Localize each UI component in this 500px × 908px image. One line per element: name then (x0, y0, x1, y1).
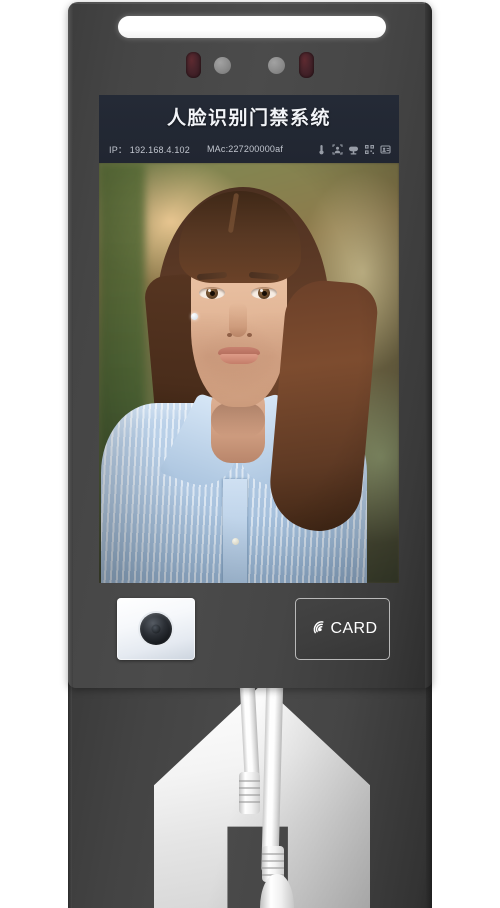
id-card-icon (380, 144, 391, 155)
screenshot-canvas: 人脸识别门禁系统 IP： 192.168.4.102 MAc:227200000… (0, 0, 500, 908)
earring (191, 313, 198, 320)
thermometer-icon (316, 144, 327, 155)
detected-person (99, 163, 399, 583)
body-right-shadow (425, 2, 432, 688)
card-reader-label: CARD (330, 620, 378, 637)
qr-code-icon (364, 144, 375, 155)
live-face-preview[interactable] (99, 163, 399, 583)
ip-address-text: IP： 192.168.4.102 (109, 144, 190, 155)
eye-left (199, 287, 225, 299)
sensor-row (68, 50, 432, 80)
lips (218, 347, 260, 364)
shirt-button (232, 538, 239, 545)
bracket-left-edge (68, 660, 72, 908)
ir-led-right (299, 52, 314, 78)
neck-shadow (211, 403, 265, 437)
shirt-placket (223, 479, 247, 583)
card-reader-button[interactable]: CARD (295, 598, 390, 660)
wall-mount-bracket (68, 660, 432, 908)
status-bar: IP： 192.168.4.102 MAc:227200000af (99, 141, 399, 157)
white-fill-light-bar (118, 16, 386, 38)
body-left-highlight (68, 2, 73, 688)
terminal-body: 人脸识别门禁系统 IP： 192.168.4.102 MAc:227200000… (68, 2, 432, 688)
rfid-wave-icon (308, 617, 330, 639)
bracket-right-edge (426, 660, 432, 908)
eye-right (251, 287, 277, 299)
proximity-sensor-left (214, 57, 231, 74)
nostril-left (227, 333, 232, 337)
nostril-right (247, 333, 252, 337)
status-icon-group (316, 144, 391, 155)
mac-address-text: MAc:227200000af (206, 144, 284, 154)
display-screen[interactable]: 人脸识别门禁系统 IP： 192.168.4.102 MAc:227200000… (99, 95, 399, 583)
nose (229, 303, 247, 337)
ethernet-cable-boot (239, 772, 260, 814)
camera-lens (140, 613, 172, 645)
screen-header: 人脸识别门禁系统 IP： 192.168.4.102 MAc:227200000… (99, 95, 399, 163)
camera-module[interactable] (117, 598, 195, 660)
proximity-sensor-right (268, 57, 285, 74)
page-title: 人脸识别门禁系统 (166, 107, 331, 129)
face-detect-icon (332, 144, 343, 155)
body-top-highlight (73, 2, 425, 4)
cloud-link-icon (348, 144, 359, 155)
ir-led-left (186, 52, 201, 78)
